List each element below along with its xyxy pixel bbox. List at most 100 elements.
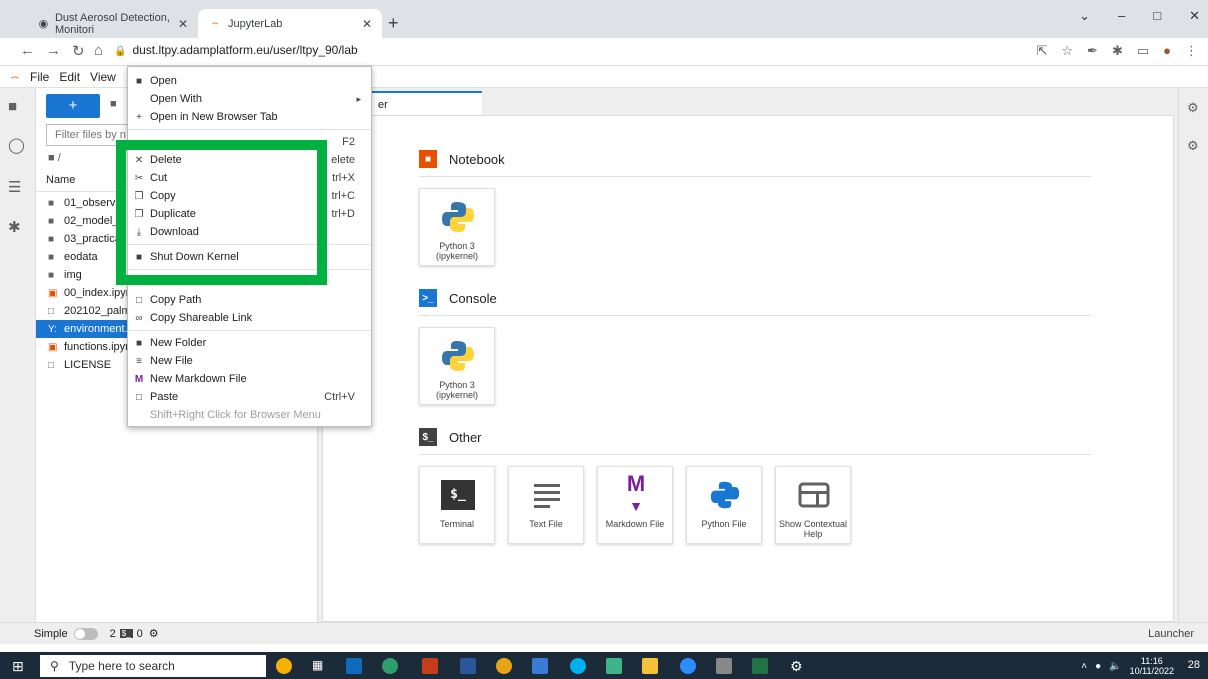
menu-item-new-folder[interactable]: ■ New Folder bbox=[128, 334, 371, 352]
terminal-count[interactable]: 2 bbox=[110, 628, 116, 640]
cortana-icon[interactable] bbox=[276, 658, 292, 674]
menu-label: Shift+Right Click for Browser Menu bbox=[150, 409, 321, 421]
close-window-icon[interactable]: ✕ bbox=[1189, 8, 1200, 24]
card-markdown-file[interactable]: M ▼ Markdown File bbox=[597, 466, 673, 544]
menu-item-open[interactable]: ■ Open bbox=[128, 72, 371, 90]
card-terminal[interactable]: $_ Terminal bbox=[419, 466, 495, 544]
card-python-file[interactable]: Python File bbox=[686, 466, 762, 544]
minimize-icon[interactable]: – bbox=[1118, 8, 1125, 24]
menu-item-new-markdown[interactable]: M New Markdown File bbox=[128, 370, 371, 388]
file-name: 01_observat bbox=[64, 197, 125, 209]
menu-item-browser-menu-hint: Shift+Right Click for Browser Menu bbox=[128, 406, 371, 424]
menu-label: Cut bbox=[150, 172, 168, 184]
browser-tab-jupyterlab[interactable]: ⌢ JupyterLab ✕ bbox=[198, 9, 382, 38]
more-menu-icon[interactable]: ⋮ bbox=[1185, 43, 1198, 59]
extension-icon[interactable]: ✱ bbox=[8, 218, 21, 236]
menu-item-copy-link[interactable]: ∞ Copy Shareable Link bbox=[128, 309, 371, 327]
task-view-icon[interactable]: ▦ bbox=[312, 658, 328, 674]
breadcrumb[interactable]: ■ / bbox=[48, 152, 61, 164]
word-icon[interactable] bbox=[460, 658, 476, 674]
edge-icon[interactable] bbox=[382, 658, 398, 674]
menu-item-shutdown-kernel[interactable]: ■ Shut Down Kernel bbox=[128, 248, 371, 266]
notification-icon[interactable]: 28 bbox=[1188, 659, 1200, 671]
markdown-icon: M bbox=[134, 373, 144, 385]
menu-item-duplicate[interactable]: ❐ Duplicate trl+D bbox=[128, 205, 371, 223]
url-field[interactable]: 🔒 dust.ltpy.adamplatform.eu/user/ltpy_90/… bbox=[114, 43, 358, 57]
chevron-up-icon[interactable]: ˄ bbox=[1081, 661, 1087, 672]
menu-item-delete[interactable]: ✕ Delete elete bbox=[128, 151, 371, 169]
menu-item-open-new-tab[interactable]: + Open in New Browser Tab bbox=[128, 108, 371, 126]
menu-item-open-with[interactable]: Open With ▸ bbox=[128, 90, 371, 108]
menu-item-new-file[interactable]: ≡ New File bbox=[128, 352, 371, 370]
outlook-icon[interactable] bbox=[346, 658, 362, 674]
home-icon[interactable]: ⌂ bbox=[94, 42, 103, 59]
menu-item-rename[interactable]: F2 bbox=[128, 133, 371, 151]
chevron-down-icon[interactable]: ⌄ bbox=[1079, 8, 1090, 24]
reload-icon[interactable]: ↻ bbox=[72, 42, 85, 60]
close-icon[interactable]: ✕ bbox=[178, 17, 188, 31]
menu-label: Copy Path bbox=[150, 294, 202, 306]
app-s-icon[interactable] bbox=[606, 658, 622, 674]
sidepanel-icon[interactable]: ▭ bbox=[1137, 43, 1149, 59]
card-label: Show Contextual Help bbox=[778, 519, 848, 539]
photos-icon[interactable] bbox=[532, 658, 548, 674]
card-text-file[interactable]: Text File bbox=[508, 466, 584, 544]
windows-start-icon[interactable]: ⊞ bbox=[12, 658, 24, 675]
menu-item-copy-path[interactable]: □ Copy Path bbox=[128, 291, 371, 309]
section-title: Notebook bbox=[449, 151, 505, 167]
python-logo-icon bbox=[438, 336, 478, 376]
share-icon[interactable]: ⇱ bbox=[1036, 43, 1047, 59]
running-icon[interactable]: ◯ bbox=[8, 136, 25, 154]
menu-item-cut[interactable]: ✂ Cut trl+X bbox=[128, 169, 371, 187]
stop-icon: ■ bbox=[135, 251, 143, 263]
excel-icon[interactable] bbox=[752, 658, 768, 674]
extensions-icon[interactable]: ✱ bbox=[1112, 43, 1123, 59]
property-inspector-icon[interactable]: ⚙ bbox=[1187, 100, 1199, 116]
back-icon[interactable]: ← bbox=[20, 42, 35, 59]
network-icon[interactable]: ● bbox=[1095, 661, 1101, 672]
clock[interactable]: 11:16 10/11/2022 bbox=[1130, 656, 1174, 676]
folder-icon[interactable]: ■ bbox=[8, 98, 17, 115]
menu-label: Delete bbox=[150, 154, 182, 166]
zoom-icon[interactable] bbox=[680, 658, 696, 674]
address-bar: ← → ↻ ⌂ 🔒 dust.ltpy.adamplatform.eu/user/… bbox=[0, 38, 1208, 66]
simple-mode-toggle[interactable] bbox=[73, 627, 98, 640]
taskbar-search[interactable]: ⚲ Type here to search bbox=[40, 655, 266, 677]
file-name: 00_index.ipyn bbox=[64, 287, 132, 299]
card-label: Markdown File bbox=[605, 519, 665, 529]
file-explorer-icon[interactable] bbox=[642, 658, 658, 674]
forward-icon[interactable]: → bbox=[46, 42, 61, 59]
text-file-icon bbox=[527, 475, 567, 515]
card-contextual-help[interactable]: Show Contextual Help bbox=[775, 466, 851, 544]
volume-icon[interactable]: 🔈 bbox=[1109, 661, 1121, 672]
menu-edit[interactable]: Edit bbox=[59, 70, 80, 84]
skype-icon[interactable] bbox=[570, 658, 586, 674]
url-text: dust.ltpy.adamplatform.eu/user/ltpy_90/l… bbox=[132, 43, 358, 57]
profile-avatar[interactable]: ● bbox=[1163, 43, 1171, 59]
close-icon[interactable]: ✕ bbox=[362, 17, 372, 31]
debugger-icon[interactable]: ⚙ bbox=[1187, 138, 1199, 154]
new-launcher-button[interactable]: + bbox=[46, 94, 100, 118]
settings-icon[interactable]: ⚙ bbox=[790, 658, 806, 674]
pen-icon[interactable]: ✒ bbox=[1087, 43, 1098, 59]
powerpoint-icon[interactable] bbox=[422, 658, 438, 674]
menu-item-download[interactable]: ⤓ Download bbox=[128, 223, 371, 241]
menu-item-paste[interactable]: □ Paste Ctrl+V bbox=[128, 388, 371, 406]
tab-launcher[interactable]: er bbox=[370, 91, 482, 115]
card-console-python3[interactable]: Python 3 (ipykernel) bbox=[419, 327, 495, 405]
new-tab-icon[interactable]: + bbox=[388, 13, 399, 34]
menu-file[interactable]: File bbox=[30, 70, 49, 84]
browser-tab-dust[interactable]: ◉ Dust Aerosol Detection, Monitori ✕ bbox=[28, 9, 198, 38]
card-label: Python 3 (ipykernel) bbox=[435, 380, 478, 400]
card-notebook-python3[interactable]: Python 3 (ipykernel) bbox=[419, 188, 495, 266]
menu-view[interactable]: View bbox=[90, 70, 116, 84]
maximize-icon[interactable]: □ bbox=[1153, 8, 1161, 24]
star-icon[interactable]: ☆ bbox=[1061, 43, 1073, 59]
section-title: Other bbox=[449, 429, 482, 445]
toc-icon[interactable]: ☰ bbox=[8, 178, 21, 196]
kernel-count[interactable]: 0 bbox=[137, 628, 143, 640]
app-window-icon[interactable] bbox=[716, 658, 732, 674]
menu-item-copy[interactable]: ❐ Copy trl+C bbox=[128, 187, 371, 205]
new-folder-icon[interactable]: ■ bbox=[110, 98, 117, 110]
chrome-icon[interactable] bbox=[496, 658, 512, 674]
